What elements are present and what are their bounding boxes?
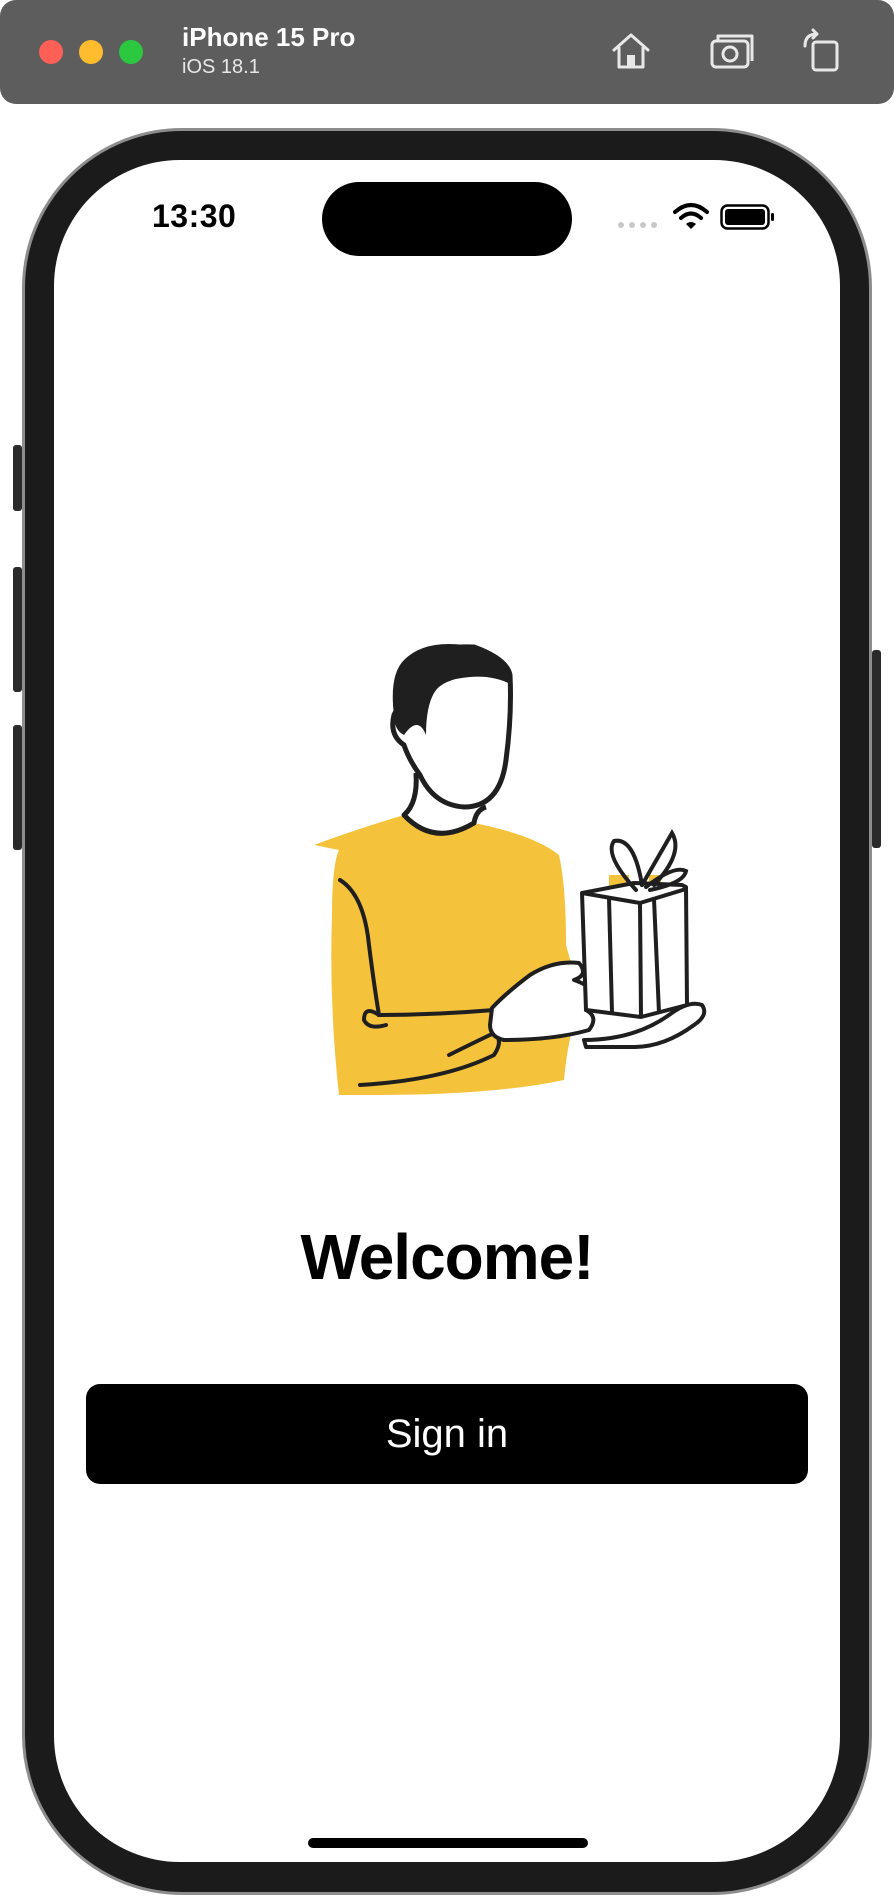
rotate-button[interactable] [799, 28, 845, 74]
volume-down-button[interactable] [13, 725, 22, 850]
welcome-title: Welcome! [300, 1221, 594, 1293]
home-button[interactable] [608, 28, 654, 74]
wifi-icon [673, 203, 709, 229]
dynamic-island [322, 182, 572, 256]
phone-screen: 13:30 Welcome! Sign in [54, 160, 840, 1862]
screenshot-button[interactable] [708, 28, 754, 74]
power-button[interactable] [872, 650, 881, 848]
minimize-window-button[interactable] [79, 40, 103, 64]
rotate-icon [803, 28, 839, 72]
action-button[interactable] [13, 445, 22, 511]
signal-dots-icon [618, 222, 657, 228]
close-window-button[interactable] [39, 40, 63, 64]
screenshot-icon [710, 34, 754, 69]
zoom-window-button[interactable] [119, 40, 143, 64]
simulator-titlebar: iPhone 15 Pro iOS 18.1 [0, 0, 894, 104]
home-icon [612, 33, 650, 69]
volume-up-button[interactable] [13, 567, 22, 692]
sign-in-button[interactable]: Sign in [86, 1384, 808, 1484]
home-indicator[interactable] [308, 1838, 588, 1848]
battery-icon [720, 204, 774, 230]
device-name: iPhone 15 Pro [182, 22, 356, 52]
person-holding-gift-illustration [314, 644, 707, 1095]
device-os-version: iOS 18.1 [182, 56, 260, 78]
status-time: 13:30 [152, 198, 237, 234]
